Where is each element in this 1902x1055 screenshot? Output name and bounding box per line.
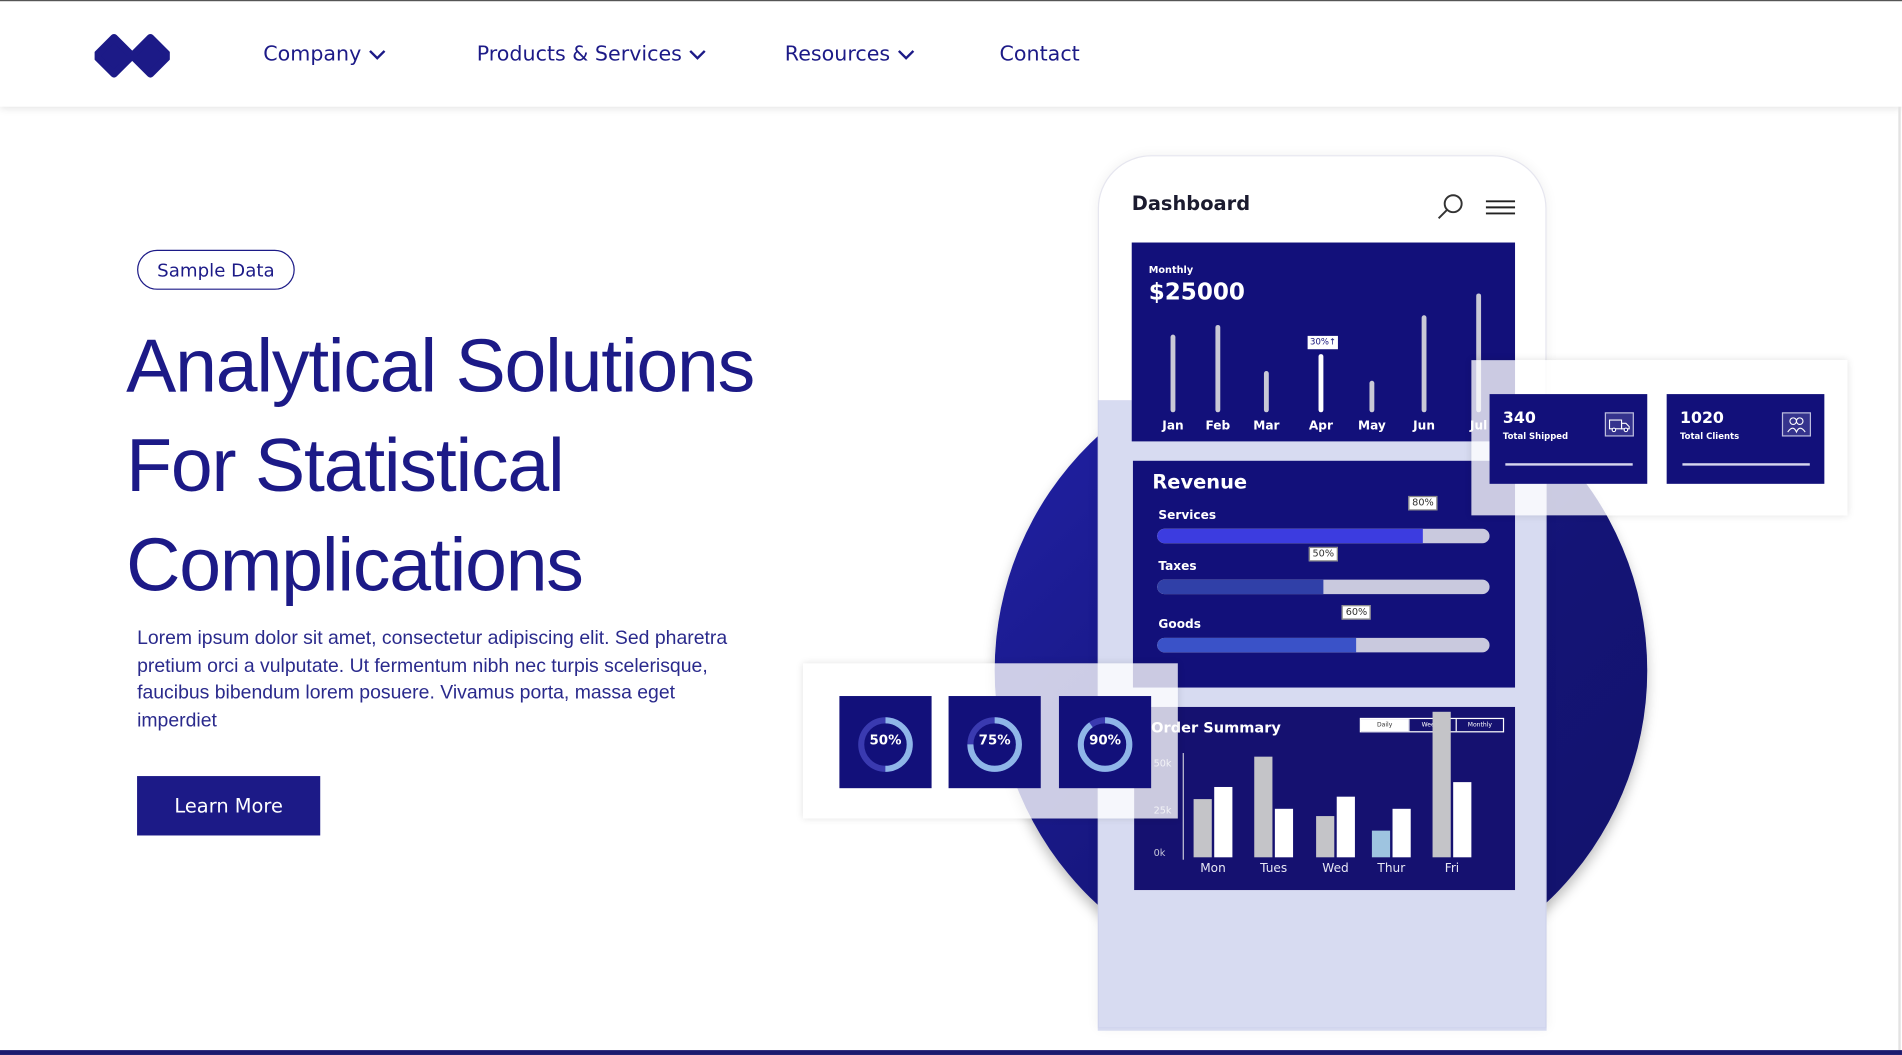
month-label: Mar xyxy=(1253,419,1280,433)
progress-ring-label: 50% xyxy=(869,732,902,749)
monthly-bar xyxy=(1369,380,1375,413)
dashboard-title: Dashboard xyxy=(1131,191,1251,215)
progress-rings-panel: 50% 75% 90% xyxy=(803,663,1178,819)
day-label: Fri xyxy=(1444,862,1460,876)
progress-ring-card: 75% xyxy=(948,696,1041,789)
landing-page: Company Products & Services Resources Co… xyxy=(0,0,1902,1055)
day-label: Mon xyxy=(1200,862,1226,876)
monthly-bar xyxy=(1263,371,1269,413)
nav-company[interactable]: Company xyxy=(263,42,386,67)
revenue-progress-track xyxy=(1157,637,1490,653)
stat-value: 1020 xyxy=(1680,409,1724,429)
headline-line-2: For Statistical xyxy=(126,424,565,509)
revenue-progress-fill xyxy=(1157,637,1357,653)
monthly-bar xyxy=(1318,354,1324,413)
monthly-bar xyxy=(1421,315,1427,413)
order-bar-white xyxy=(1453,782,1472,858)
revenue-percent-tag: 50% xyxy=(1308,546,1338,562)
stat-label: Total Shipped xyxy=(1502,431,1569,442)
order-bar-white xyxy=(1274,808,1294,858)
month-label: Feb xyxy=(1205,419,1231,433)
revenue-percent-tag: 80% xyxy=(1408,495,1438,511)
monthly-bar xyxy=(1215,324,1221,413)
day-label: Tues xyxy=(1260,862,1288,876)
revenue-item-label: Services xyxy=(1158,509,1217,523)
stat-card-shipped: 340 Total Shipped xyxy=(1489,394,1648,484)
revenue-progress-track xyxy=(1157,579,1490,595)
learn-more-button[interactable]: Learn More xyxy=(137,776,321,836)
monthly-bar xyxy=(1170,334,1176,413)
nav-products-label: Products & Services xyxy=(476,42,682,67)
stat-progress-line xyxy=(1682,463,1810,466)
revenue-item-label: Taxes xyxy=(1158,560,1197,574)
progress-ring-label: 90% xyxy=(1089,732,1122,749)
search-icon[interactable] xyxy=(1436,192,1465,221)
order-bar-white xyxy=(1392,808,1411,858)
order-bar-grey xyxy=(1316,816,1335,858)
users-icon xyxy=(1781,412,1812,437)
hero-headline: Analytical Solutions For Statistical Com… xyxy=(126,318,854,616)
order-bar-white xyxy=(1214,786,1233,858)
hero-description: Lorem ipsum dolor sit amet, consectetur … xyxy=(137,628,728,731)
progress-ring-card: 50% xyxy=(839,696,932,789)
order-summary-card: Order Summary Daily Weekly Monthly 50k 2… xyxy=(1134,706,1516,891)
revenue-card: Revenue Services 80% Taxes 50% Goods 60% xyxy=(1132,460,1516,688)
revenue-item-label: Goods xyxy=(1158,618,1201,632)
page-bottom-divider xyxy=(0,1050,1902,1055)
revenue-progress-fill xyxy=(1157,528,1424,544)
month-label: Jan xyxy=(1162,419,1184,433)
nav-contact-label: Contact xyxy=(999,42,1080,67)
chevron-down-icon xyxy=(689,50,706,60)
top-navigation: Company Products & Services Resources Co… xyxy=(0,0,1902,107)
truck-icon xyxy=(1604,412,1634,437)
stat-card-clients: 1020 Total Clients xyxy=(1666,394,1825,484)
y-tick-label: 0k xyxy=(1153,847,1166,859)
day-label: Thur xyxy=(1377,862,1406,876)
stat-progress-line xyxy=(1505,463,1633,466)
month-label: Jun xyxy=(1413,419,1435,433)
y-axis-line xyxy=(1182,753,1184,860)
stat-value: 340 xyxy=(1502,409,1536,429)
revenue-progress-track xyxy=(1157,528,1490,544)
order-bar-grey xyxy=(1254,756,1273,858)
revenue-progress-fill xyxy=(1157,579,1324,595)
chevron-down-icon xyxy=(897,50,915,60)
order-bar-grey xyxy=(1432,711,1451,858)
order-bar-grey xyxy=(1371,830,1391,858)
page-right-divider xyxy=(1898,106,1901,1055)
stat-label: Total Clients xyxy=(1680,431,1740,442)
monthly-card: Monthly $25000 30%↑ JanFebMarAprMayJunJu… xyxy=(1131,242,1516,442)
month-label: May xyxy=(1358,419,1386,433)
double-diamond-logo-icon[interactable] xyxy=(94,33,170,79)
nav-company-label: Company xyxy=(263,42,362,67)
revenue-percent-tag: 60% xyxy=(1342,605,1371,620)
chevron-down-icon xyxy=(368,50,386,60)
order-bar-white xyxy=(1336,796,1355,858)
headline-line-1: Analytical Solutions xyxy=(126,324,755,409)
order-bar-grey xyxy=(1193,799,1212,858)
day-label: Wed xyxy=(1322,862,1349,876)
stats-panel: 340 Total Shipped 1020 Total Clients xyxy=(1471,360,1848,516)
monthly-label: Monthly xyxy=(1148,264,1194,276)
headline-line-3: Complications xyxy=(126,523,584,608)
progress-ring-label: 75% xyxy=(978,732,1011,749)
tab-daily[interactable]: Daily xyxy=(1360,719,1409,732)
sample-data-badge: Sample Data xyxy=(137,249,295,290)
nav-resources[interactable]: Resources xyxy=(784,42,915,67)
revenue-title: Revenue xyxy=(1152,470,1248,494)
nav-products-services[interactable]: Products & Services xyxy=(476,42,706,67)
tab-monthly[interactable]: Monthly xyxy=(1455,719,1503,732)
month-label: Apr xyxy=(1308,419,1333,433)
nav-contact[interactable]: Contact xyxy=(1000,42,1080,66)
monthly-change-tag: 30%↑ xyxy=(1307,335,1339,350)
hamburger-menu-icon[interactable] xyxy=(1485,196,1517,218)
monthly-value: $25000 xyxy=(1148,278,1245,306)
nav-resources-label: Resources xyxy=(784,42,891,67)
progress-ring-card: 90% xyxy=(1058,696,1152,789)
